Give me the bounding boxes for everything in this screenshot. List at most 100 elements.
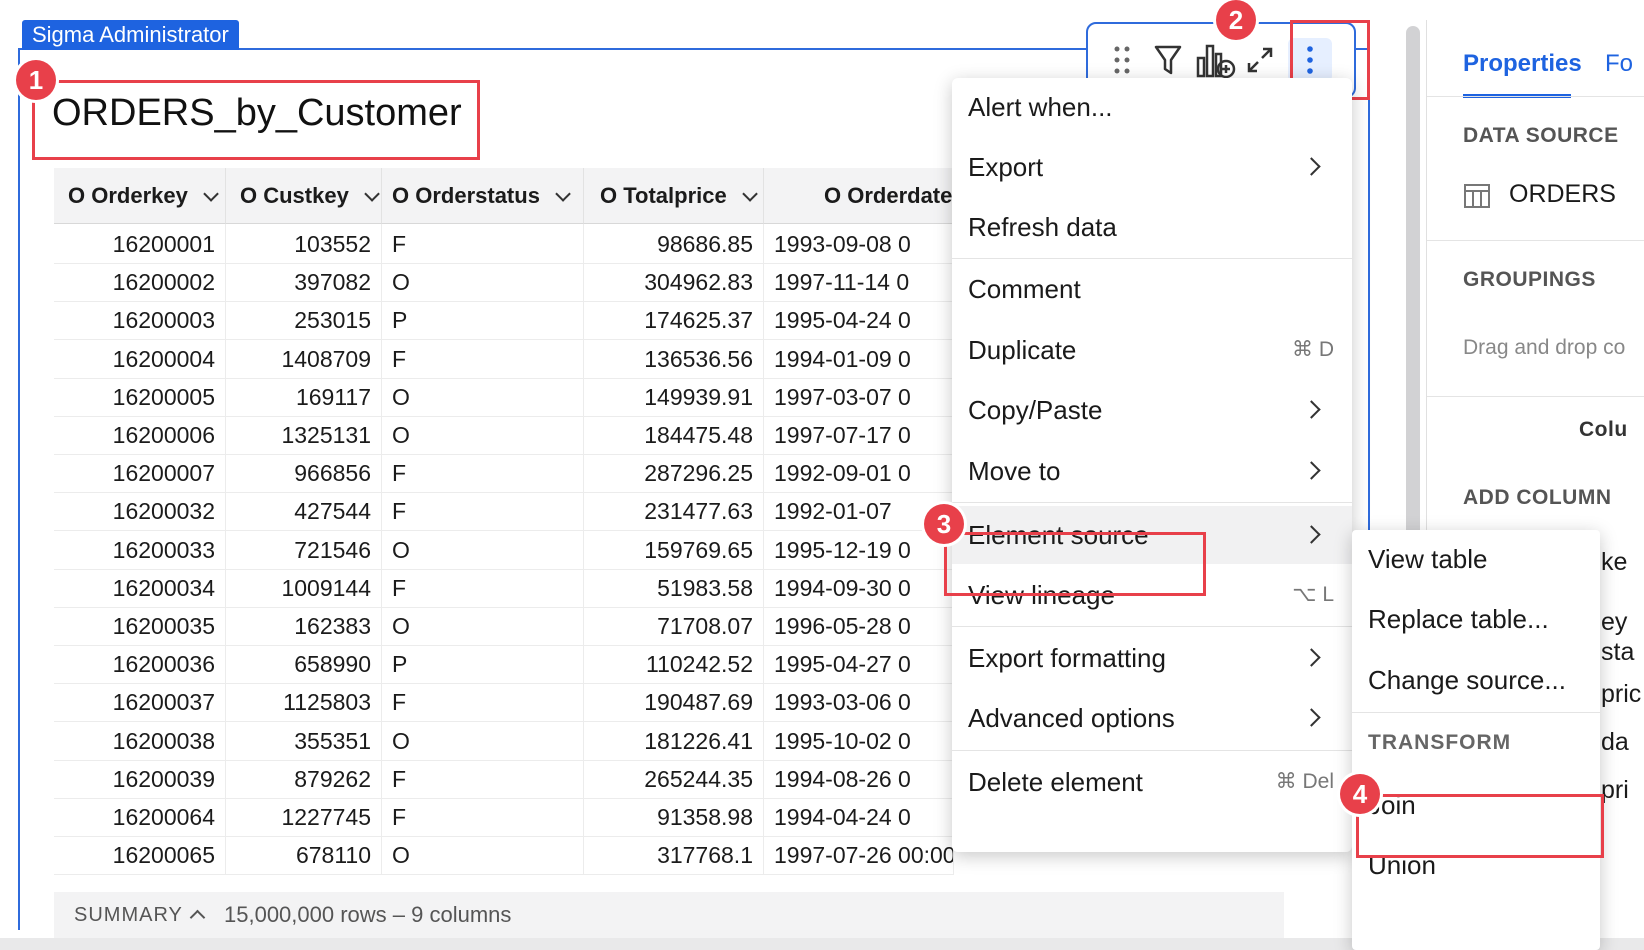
column-list-item[interactable]: pric xyxy=(1601,680,1641,709)
table-cell[interactable]: O xyxy=(382,606,584,646)
table-cell[interactable]: 98686.85 xyxy=(584,224,764,264)
menu-item-export[interactable]: Export xyxy=(952,138,1352,196)
table-cell[interactable]: F xyxy=(382,758,584,799)
table-cell[interactable]: F xyxy=(382,491,584,532)
table-cell[interactable]: P xyxy=(382,644,584,685)
table-cell[interactable]: 1994-04-24 0 xyxy=(764,797,954,837)
table-cell[interactable]: 1325131 xyxy=(226,415,382,455)
table-cell[interactable]: 1992-09-01 0 xyxy=(764,453,954,494)
table-cell[interactable]: 265244.35 xyxy=(584,758,764,799)
table-cell[interactable]: 397082 xyxy=(226,262,382,303)
menu-item-comment[interactable]: Comment xyxy=(952,260,1352,318)
menu-item-delete-element[interactable]: Delete element ⌘ Del xyxy=(952,753,1352,811)
chevron-down-icon[interactable] xyxy=(555,186,571,202)
table-cell[interactable]: 678110 xyxy=(226,835,382,876)
column-header-totalprice[interactable]: O Totalprice xyxy=(584,168,764,224)
menu-item-advanced-options[interactable]: Advanced options xyxy=(952,689,1352,747)
tab-format[interactable]: Fo xyxy=(1605,50,1633,78)
column-header-orderdate[interactable]: O Orderdate xyxy=(764,168,954,224)
add-column-label[interactable]: ADD COLUMN xyxy=(1463,486,1611,510)
table-cell[interactable]: 169117 xyxy=(226,376,382,417)
chevron-up-icon[interactable] xyxy=(189,909,206,926)
table-cell[interactable]: 16200005 xyxy=(54,376,226,417)
table-cell[interactable]: 1995-04-24 0 xyxy=(764,300,954,341)
chevron-down-icon[interactable] xyxy=(364,186,380,202)
table-cell[interactable]: 1997-11-14 0 xyxy=(764,262,954,303)
table-cell[interactable]: F xyxy=(382,338,584,379)
table-cell[interactable]: 1009144 xyxy=(226,567,382,608)
table-cell[interactable]: 355351 xyxy=(226,720,382,761)
table-cell[interactable]: 16200032 xyxy=(54,491,226,532)
column-list-item[interactable]: ke xyxy=(1601,548,1627,577)
table-cell[interactable]: F xyxy=(382,453,584,494)
table-cell[interactable]: 16200037 xyxy=(54,682,226,723)
menu-item-move-to[interactable]: Move to xyxy=(952,442,1352,500)
filter-icon[interactable] xyxy=(1146,38,1190,82)
column-list-item[interactable]: pri xyxy=(1601,776,1629,805)
table-cell[interactable]: O xyxy=(382,529,584,570)
table-cell[interactable]: 16200001 xyxy=(54,224,226,264)
table-cell[interactable]: 16200006 xyxy=(54,415,226,455)
table-cell[interactable]: F xyxy=(382,682,584,723)
table-cell[interactable]: O xyxy=(382,720,584,761)
table-cell[interactable]: O xyxy=(382,835,584,876)
table-summary-bar[interactable]: SUMMARY 15,000,000 rows – 9 columns xyxy=(54,892,1284,938)
table-cell[interactable]: 16200064 xyxy=(54,797,226,837)
table-cell[interactable]: 110242.52 xyxy=(584,644,764,685)
table-cell[interactable]: 1994-08-26 0 xyxy=(764,758,954,799)
table-cell[interactable]: 1996-05-28 0 xyxy=(764,606,954,646)
table-cell[interactable]: 16200002 xyxy=(54,262,226,303)
table-cell[interactable]: 1994-09-30 0 xyxy=(764,567,954,608)
table-cell[interactable]: 1995-04-27 0 xyxy=(764,644,954,685)
table-cell[interactable]: 16200035 xyxy=(54,606,226,646)
table-cell[interactable]: 174625.37 xyxy=(584,300,764,341)
table-cell[interactable]: 1993-03-06 0 xyxy=(764,682,954,723)
table-cell[interactable]: 253015 xyxy=(226,300,382,341)
table-cell[interactable]: 1997-07-17 0 xyxy=(764,415,954,455)
table-cell[interactable]: 231477.63 xyxy=(584,491,764,532)
data-source-value[interactable]: ORDERS xyxy=(1509,180,1616,209)
table-cell[interactable]: F xyxy=(382,797,584,837)
table-cell[interactable]: 136536.56 xyxy=(584,338,764,379)
column-header-custkey[interactable]: O Custkey xyxy=(226,168,382,224)
table-cell[interactable]: 879262 xyxy=(226,758,382,799)
table-cell[interactable]: 16200065 xyxy=(54,835,226,876)
table-cell[interactable]: 427544 xyxy=(226,491,382,532)
table-cell[interactable]: 16200036 xyxy=(54,644,226,685)
table-cell[interactable]: 162383 xyxy=(226,606,382,646)
table-cell[interactable]: 658990 xyxy=(226,644,382,685)
column-list-item[interactable]: sta xyxy=(1601,638,1634,667)
chevron-down-icon[interactable] xyxy=(203,186,219,202)
table-cell[interactable]: 1227745 xyxy=(226,797,382,837)
table-cell[interactable]: 304962.83 xyxy=(584,262,764,303)
table-cell[interactable]: 149939.91 xyxy=(584,376,764,417)
menu-item-refresh-data[interactable]: Refresh data xyxy=(952,198,1352,256)
table-cell[interactable]: 16200034 xyxy=(54,567,226,608)
menu-item-export-formatting[interactable]: Export formatting xyxy=(952,629,1352,687)
table-cell[interactable]: 16200004 xyxy=(54,338,226,379)
table-cell[interactable]: 1997-03-07 0 xyxy=(764,376,954,417)
table-cell[interactable]: 184475.48 xyxy=(584,415,764,455)
table-cell[interactable]: O xyxy=(382,262,584,303)
table-cell[interactable]: 51983.58 xyxy=(584,567,764,608)
table-cell[interactable]: O xyxy=(382,415,584,455)
add-chart-icon[interactable] xyxy=(1194,38,1238,82)
table-cell[interactable]: 1993-09-08 0 xyxy=(764,224,954,264)
column-header-orderstatus[interactable]: O Orderstatus xyxy=(382,168,584,224)
table-cell[interactable]: 71708.07 xyxy=(584,606,764,646)
table-cell[interactable]: F xyxy=(382,567,584,608)
table-cell[interactable]: 721546 xyxy=(226,529,382,570)
table-cell[interactable]: 16200039 xyxy=(54,758,226,799)
table-cell[interactable]: 1995-12-19 0 xyxy=(764,529,954,570)
submenu-item-view-table[interactable]: View table xyxy=(1352,530,1600,588)
tab-properties[interactable]: Properties xyxy=(1463,50,1582,78)
table-cell[interactable]: 190487.69 xyxy=(584,682,764,723)
table-cell[interactable]: 1408709 xyxy=(226,338,382,379)
table-cell[interactable]: 16200007 xyxy=(54,453,226,494)
column-header-orderkey[interactable]: O Orderkey xyxy=(54,168,226,224)
table-cell[interactable]: 16200003 xyxy=(54,300,226,341)
table-cell[interactable]: P xyxy=(382,300,584,341)
table-cell[interactable]: 1994-01-09 0 xyxy=(764,338,954,379)
table-cell[interactable]: 16200033 xyxy=(54,529,226,570)
table-cell[interactable]: 966856 xyxy=(226,453,382,494)
